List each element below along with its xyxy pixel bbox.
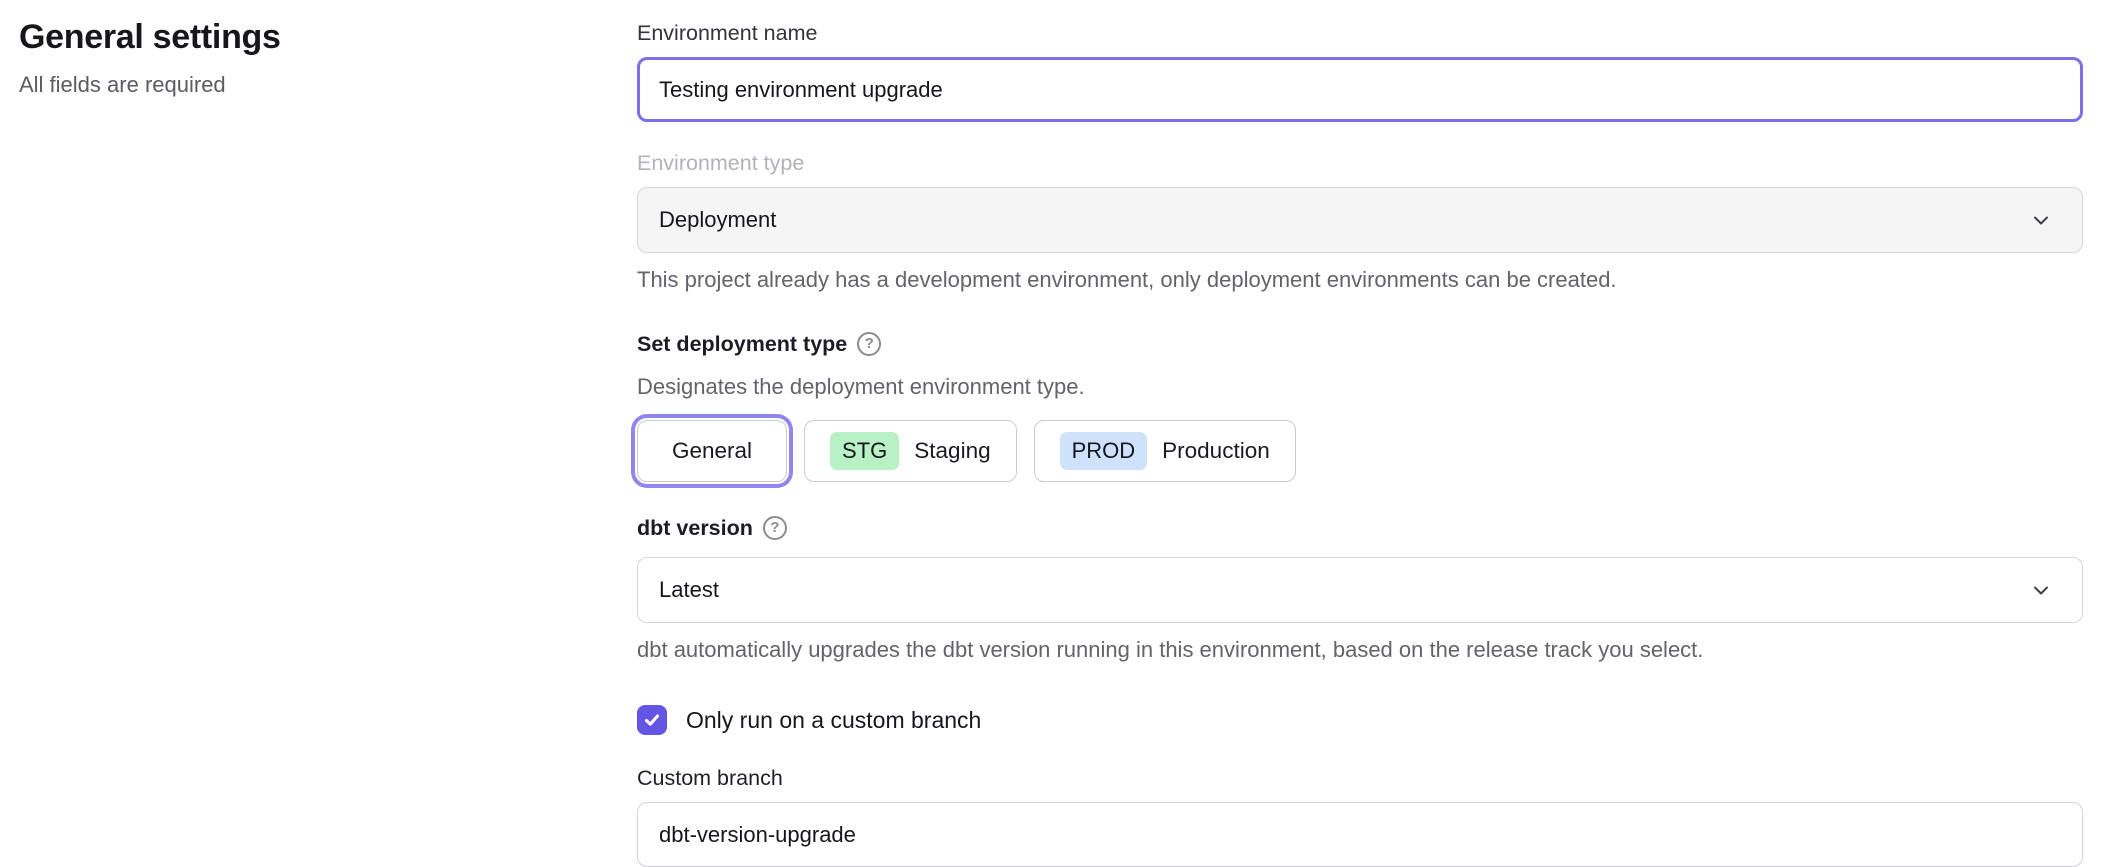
custom-branch-label: Custom branch <box>637 765 2083 791</box>
page-subtitle: All fields are required <box>19 71 637 100</box>
chevron-down-icon <box>2029 578 2053 602</box>
deployment-type-options: General STG Staging PROD Production <box>637 420 2083 482</box>
custom-branch-checkbox[interactable] <box>637 705 667 735</box>
deployment-type-staging-label: Staging <box>914 438 990 464</box>
deployment-type-field: Set deployment type ? Designates the dep… <box>637 331 2083 482</box>
page-title: General settings <box>19 16 637 59</box>
section-header: General settings All fields are required <box>0 0 637 864</box>
custom-branch-input[interactable] <box>637 802 2083 867</box>
deployment-type-helper: Designates the deployment environment ty… <box>637 373 2083 401</box>
custom-branch-checkbox-label[interactable]: Only run on a custom branch <box>686 707 981 734</box>
environment-type-value: Deployment <box>659 207 776 233</box>
environment-type-field: Environment type Deployment This project… <box>637 150 2083 294</box>
deployment-type-production-button[interactable]: PROD Production <box>1034 420 1296 482</box>
general-settings-page: General settings All fields are required… <box>0 0 2116 864</box>
production-badge: PROD <box>1060 432 1148 470</box>
deployment-type-production-label: Production <box>1162 438 1270 464</box>
environment-name-label: Environment name <box>637 20 2083 46</box>
environment-name-field: Environment name <box>637 20 2083 122</box>
chevron-down-icon <box>2029 208 2053 232</box>
environment-type-select[interactable]: Deployment <box>637 187 2083 253</box>
deployment-type-general-button[interactable]: General <box>637 420 787 482</box>
custom-branch-field: Custom branch <box>637 765 2083 867</box>
environment-type-helper: This project already has a development e… <box>637 266 2083 294</box>
help-icon[interactable]: ? <box>763 516 787 540</box>
deployment-type-staging-button[interactable]: STG Staging <box>804 420 1017 482</box>
deployment-type-general-label: General <box>672 438 752 464</box>
dbt-version-label: dbt version <box>637 515 753 541</box>
dbt-version-select[interactable]: Latest <box>637 557 2083 623</box>
dbt-version-field: dbt version ? Latest dbt automatically u… <box>637 515 2083 664</box>
environment-name-input[interactable] <box>637 57 2083 122</box>
dbt-version-helper: dbt automatically upgrades the dbt versi… <box>637 636 2083 664</box>
staging-badge: STG <box>830 432 899 470</box>
checkmark-icon <box>642 710 662 730</box>
help-icon[interactable]: ? <box>857 332 881 356</box>
custom-branch-checkbox-row: Only run on a custom branch <box>637 705 2083 735</box>
dbt-version-value: Latest <box>659 577 719 603</box>
settings-form: Environment name Environment type Deploy… <box>637 0 2083 864</box>
environment-type-label: Environment type <box>637 150 2083 176</box>
deployment-type-label: Set deployment type <box>637 331 847 357</box>
